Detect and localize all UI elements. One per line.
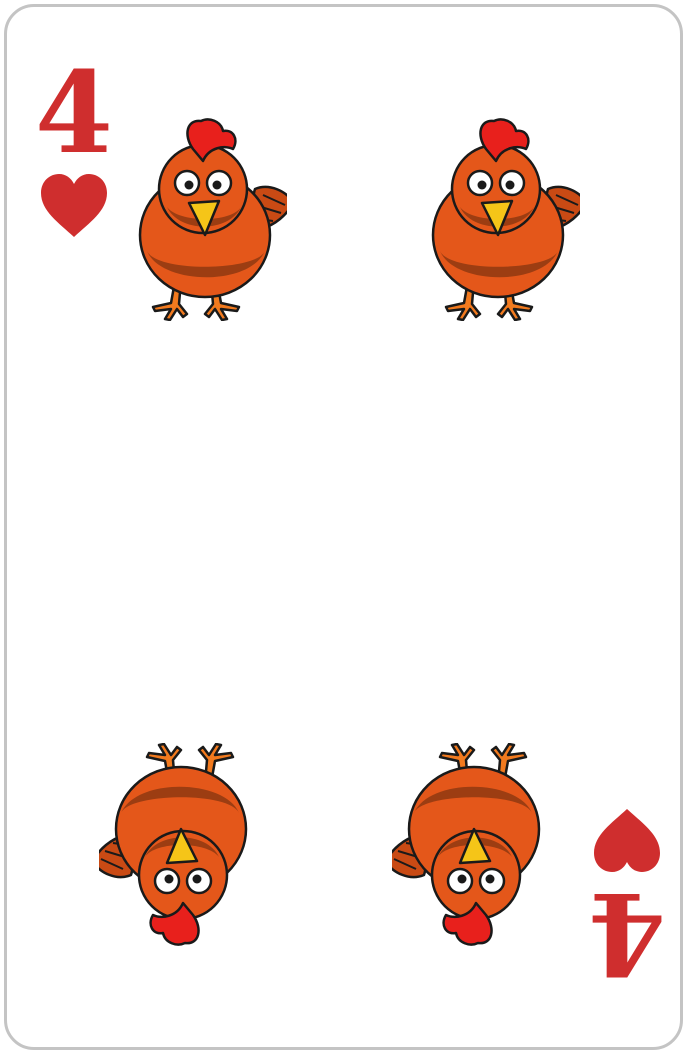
chicken-pip-top-right	[410, 111, 580, 321]
corner-index-top-left: 4	[34, 55, 114, 239]
chicken-pip-bottom-right	[392, 743, 562, 953]
heart-suit-icon	[594, 809, 660, 872]
chicken-icon	[392, 743, 541, 946]
chicken-pip-bottom-left	[99, 743, 269, 953]
chicken-icon	[431, 118, 580, 321]
chicken-icon	[138, 118, 287, 321]
chicken-pip-top-left	[117, 111, 287, 321]
heart-suit-icon	[41, 174, 107, 237]
rank-label: 4	[35, 48, 113, 179]
rank-label: 4	[588, 867, 666, 998]
corner-index-bottom-right: 4	[587, 807, 667, 998]
chicken-icon	[99, 743, 248, 946]
playing-card[interactable]: 4 4	[4, 4, 683, 1050]
